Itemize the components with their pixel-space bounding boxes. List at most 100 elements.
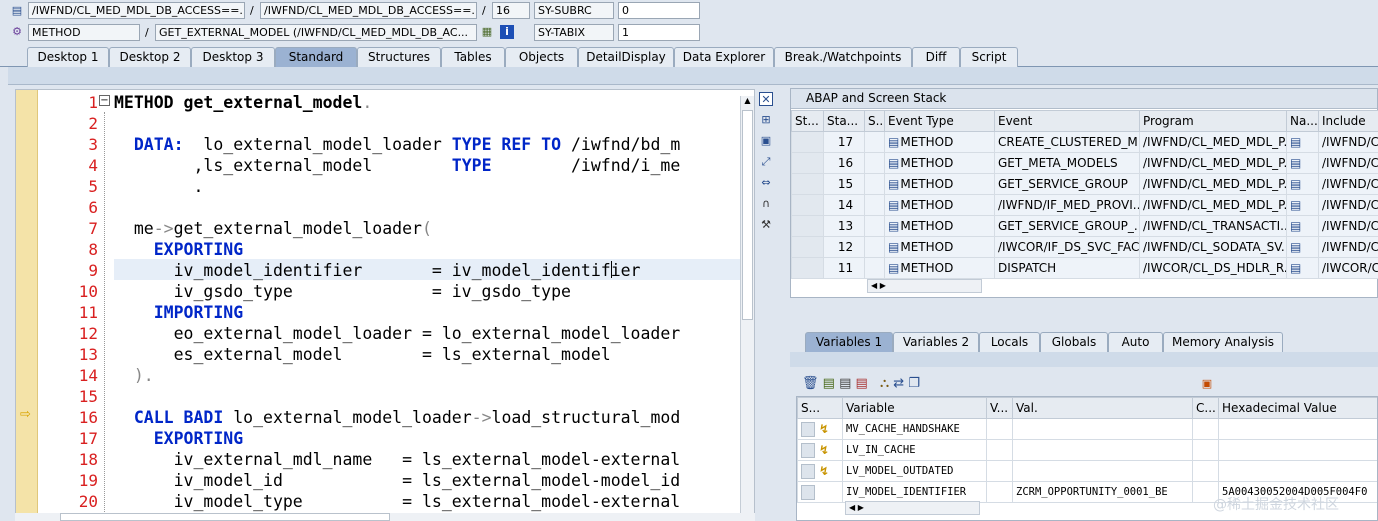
code-line[interactable]: iv_model_type = ls_external_model-extern… [114,491,681,512]
variable-cell[interactable]: IV_MODEL_IDENTIFIER [842,481,987,503]
code-line[interactable]: . [114,176,203,197]
stack-column-header[interactable]: S... [864,110,885,132]
tab-variables-1[interactable]: Variables 1 [805,332,893,352]
variable-row[interactable]: ↯ LV_IN_CACHE [797,439,1377,461]
tab-variables-2[interactable]: Variables 2 [893,332,979,352]
variable-cell[interactable]: LV_IN_CACHE [842,439,987,461]
settings-icon[interactable]: ⚒ [759,218,773,232]
tab-detaildisplay[interactable]: DetailDisplay [578,47,674,67]
tab-desktop-1[interactable]: Desktop 1 [27,47,109,67]
code-line[interactable]: iv_external_mdl_name = ls_external_model… [114,449,681,470]
import-icon[interactable]: ▤ [856,376,868,391]
save-icon[interactable]: ▣ [1200,377,1214,391]
code-line[interactable]: ). [114,365,154,386]
structure-icon[interactable]: ⛬ [880,376,889,391]
stack-row[interactable]: 16 ▤METHOD GET_META_MODELS/IWFND/CL_MED_MD… [791,152,1378,174]
stack-row[interactable]: 13 ▤METHOD GET_SERVICE_GROUP_.../IWFND/CL_… [791,215,1378,237]
navigate-icon[interactable]: ▤ [1290,156,1301,170]
stack-row[interactable]: 11 ▤METHOD DISPATCH/IWCOR/CL_DS_HDLR_R... ▤… [791,257,1378,279]
editor-horizontal-scrollbar[interactable] [15,513,755,521]
variable-cell[interactable]: MV_CACHE_HANDSHAKE [842,418,987,440]
navigate-icon[interactable]: ▤ [1290,198,1301,212]
close-icon[interactable]: ✕ [759,92,773,106]
variables-column-header[interactable]: V... [986,397,1013,419]
stack-column-header[interactable]: Include [1318,110,1378,132]
row-selector[interactable] [791,173,824,195]
maximize-icon[interactable]: ⤢ [759,155,773,169]
code-line[interactable]: METHOD get_external_model. [114,92,372,113]
services-icon[interactable]: ∩ [759,197,773,211]
variable-row[interactable]: ↯ MV_CACHE_HANDSHAKE [797,418,1377,440]
row-selector[interactable] [791,236,824,258]
stack-column-header[interactable]: St... [791,110,824,132]
source-code-editor[interactable]: − ⇨ 1 METHOD get_external_model. 2 3 DATA: … [15,89,755,515]
tab-locals[interactable]: Locals [979,332,1040,352]
info-icon[interactable]: i [500,25,514,39]
include-field[interactable]: /IWFND/CL_MED_MDL_DB_ACCESS==... [260,2,477,19]
program-field[interactable]: /IWFND/CL_MED_MDL_DB_ACCESS==... [28,2,245,19]
hscroll-thumb[interactable] [60,513,390,521]
row-select-box[interactable] [801,421,815,437]
variables-hscroll[interactable]: ◀ ▶ [845,501,980,515]
stack-column-header[interactable]: Event Type [884,110,995,132]
code-line[interactable]: iv_model_identifier = iv_model_identifie… [114,260,641,281]
code-line[interactable]: es_external_model = ls_external_model [114,344,611,365]
variables-column-header[interactable]: C... [1192,397,1219,419]
code-line[interactable]: iv_model_id = ls_external_model-model_id [114,470,681,491]
event-field[interactable]: GET_EXTERNAL_MODEL (/IWFND/CL_MED_MDL_DB… [155,24,477,41]
stack-row[interactable]: 12 ▤METHOD/IWCOR/IF_DS_SVC_FAC.../IWFND/C… [791,236,1378,258]
variables-column-header[interactable]: Val. [1012,397,1193,419]
variable-row[interactable]: ↯ LV_MODEL_OUTDATED [797,460,1377,482]
navigate-icon[interactable]: ▤ [1290,135,1301,149]
variables-column-header[interactable]: S... [797,397,843,419]
navigate-icon[interactable]: ▤ [1290,219,1301,233]
sy-subrc-value[interactable]: 0 [618,2,700,19]
tab-memory-analysis[interactable]: Memory Analysis [1163,332,1283,352]
transfer-icon[interactable]: ⇄ [893,376,904,391]
code-line[interactable]: EXPORTING [114,428,243,449]
editor-vertical-scrollbar[interactable]: ▲ [740,96,754,515]
tab-diff[interactable]: Diff [912,47,960,67]
scroll-up-arrow-icon[interactable]: ▲ [741,96,754,108]
tab-breakpoints[interactable]: Break./Watchpoints [774,47,912,67]
tab-globals[interactable]: Globals [1040,332,1108,352]
table-icon[interactable]: ▤ [839,376,851,391]
new-tool-icon[interactable]: ⊞ [759,113,773,127]
tab-script[interactable]: Script [960,47,1018,67]
collapse-block-icon[interactable]: − [99,95,110,106]
row-selector[interactable] [791,152,824,174]
row-selector[interactable] [791,257,824,279]
stack-column-header[interactable]: Na... [1286,110,1319,132]
row-selector[interactable] [791,131,824,153]
delete-icon[interactable]: 🗑 [802,376,819,391]
code-line[interactable]: iv_gsdo_type = iv_gsdo_type [114,281,571,302]
tab-standard[interactable]: Standard [275,47,357,67]
variable-row-selector[interactable]: ↯ [797,460,843,482]
breakpoint-gutter[interactable] [16,90,38,514]
navigate-icon[interactable]: ▤ [1290,240,1301,254]
stack-hscroll[interactable]: ◀ ▶ [867,279,982,293]
row-selector[interactable] [791,194,824,216]
variable-row-selector[interactable]: ↯ [797,439,843,461]
code-line[interactable]: EXPORTING [114,239,243,260]
tab-desktop-3[interactable]: Desktop 3 [191,47,275,67]
code-line[interactable]: eo_external_model_loader = lo_external_m… [114,323,681,344]
copy-icon[interactable]: ❐ [908,376,920,391]
resize-icon[interactable]: ⇔ [759,176,773,190]
code-line[interactable]: DATA: lo_external_model_loader TYPE REF … [114,134,680,155]
code-line[interactable]: ,ls_external_model TYPE /iwfnd/i_me [114,155,680,176]
display-object-icon[interactable]: ▦ [480,25,494,39]
variable-cell[interactable]: LV_MODEL_OUTDATED [842,460,987,482]
navigate-icon[interactable]: ▤ [1290,261,1301,275]
code-line[interactable]: me->get_external_model_loader( [114,218,432,239]
code-line[interactable]: IMPORTING [114,302,243,323]
swap-tool-icon[interactable]: ▣ [759,134,773,148]
tab-objects[interactable]: Objects [505,47,578,67]
tab-data-explorer[interactable]: Data Explorer [674,47,774,67]
stack-row[interactable]: 14 ▤METHOD/IWFND/IF_MED_PROVI.../IWFND/CL… [791,194,1378,216]
variable-row-selector[interactable] [797,481,843,503]
stack-column-header[interactable]: Event [994,110,1140,132]
edit-icon[interactable]: ▤ [823,376,835,391]
tab-tables[interactable]: Tables [441,47,505,67]
row-select-box[interactable] [801,484,815,500]
